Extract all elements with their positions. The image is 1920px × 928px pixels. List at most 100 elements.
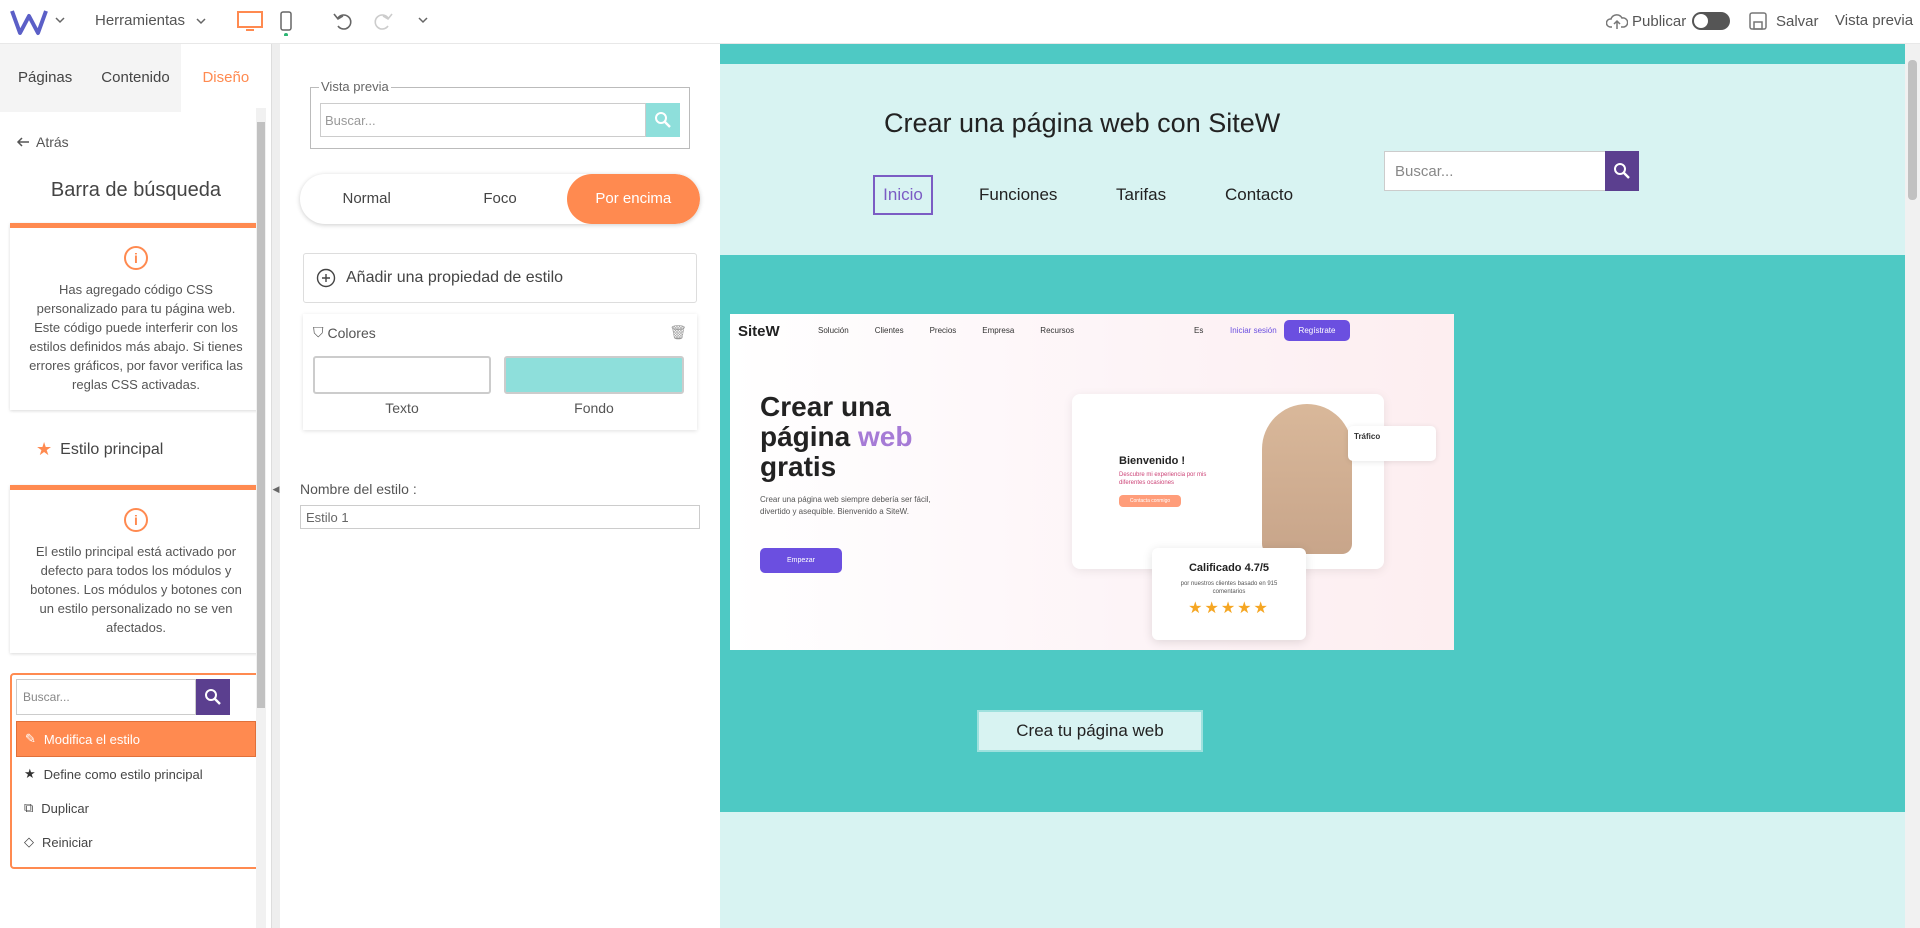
- colors-header: ⛉ Colores: [313, 324, 376, 341]
- mobile-view-icon[interactable]: [279, 10, 293, 36]
- shot-headline: Crear una página web gratis: [760, 392, 912, 482]
- nav-home[interactable]: Inicio: [873, 175, 933, 215]
- publish-control[interactable]: Publicar: [1606, 11, 1731, 31]
- preview-label: Vista previa: [1835, 12, 1914, 29]
- nav-pricing[interactable]: Tarifas: [1116, 185, 1166, 205]
- state-focus[interactable]: Foco: [433, 174, 566, 224]
- tools-menu[interactable]: Herramientas: [95, 12, 207, 29]
- top-strip: [720, 44, 1905, 64]
- sitew-logo[interactable]: [10, 8, 48, 36]
- style-search-preview: Buscar...: [16, 679, 230, 715]
- paint-bucket-icon: ⛉: [313, 324, 324, 340]
- tab-design[interactable]: Diseño: [180, 44, 271, 112]
- tab-pages[interactable]: Páginas: [0, 44, 90, 112]
- shot-welcome-sub: Descubre mi experiencia por mis diferent…: [1119, 472, 1207, 486]
- person-photo: [1262, 404, 1352, 554]
- duplicate-label: Duplicar: [41, 800, 89, 816]
- nav-features[interactable]: Funciones: [979, 185, 1057, 205]
- publish-label: Publicar: [1632, 12, 1687, 30]
- logo-chevron-icon[interactable]: [54, 14, 66, 26]
- main-style-notice-text: El estilo principal está activado por de…: [30, 544, 242, 635]
- info-icon: i: [124, 246, 148, 270]
- duplicate-icon: ⧉: [24, 800, 34, 815]
- back-label: Atrás: [36, 134, 69, 150]
- main-style-label: Estilo principal: [60, 440, 164, 458]
- shot-rating: Calificado 4.7/5: [1188, 562, 1270, 574]
- add-property-button[interactable]: Añadir una propiedad de estilo: [303, 253, 697, 303]
- trash-icon[interactable]: 🗑: [669, 324, 687, 341]
- pencil-icon: ✎: [25, 731, 36, 746]
- reset-menu-item[interactable]: ◇ Reiniciar: [12, 825, 260, 859]
- site-preview: Crear una página web con SiteW Inicio Fu…: [720, 44, 1920, 928]
- shot-login: Iniciar sesión: [1230, 326, 1277, 335]
- shot-start-button: Empezar: [760, 548, 842, 573]
- history-chevron-icon[interactable]: [417, 14, 429, 26]
- info-icon: i: [124, 508, 148, 532]
- tab-content[interactable]: Contenido: [90, 44, 180, 112]
- colors-section: ⛉ Colores 🗑 Texto Fondo: [303, 314, 697, 430]
- undo-icon[interactable]: [332, 10, 354, 32]
- cloud-upload-icon: [1606, 14, 1628, 29]
- site-title: Crear una página web con SiteW: [884, 108, 1281, 138]
- redo-icon[interactable]: [372, 10, 394, 32]
- edit-style-label: Modifica el estilo: [43, 731, 141, 747]
- edit-style-menu-item[interactable]: ✎ Modifica el estilo: [16, 721, 256, 757]
- text-color-swatch[interactable]: [313, 356, 491, 394]
- main-style-notice: i El estilo principal está activado por …: [10, 485, 262, 653]
- plus-circle-icon: [316, 268, 336, 288]
- shot-logo: SiteW: [738, 323, 780, 340]
- style-name-input[interactable]: Estilo 1: [300, 505, 700, 529]
- arrow-left-icon: [16, 137, 29, 147]
- style-card[interactable]: Buscar... ✎ Modifica el estilo ★ Define co…: [10, 673, 262, 869]
- state-normal[interactable]: Normal: [300, 174, 433, 224]
- publish-toggle[interactable]: [1692, 12, 1731, 30]
- shot-nav-item: Recursos: [1040, 326, 1075, 335]
- preview-scrollbar[interactable]: [1905, 44, 1920, 928]
- preview-button[interactable]: Vista previa: [1835, 12, 1913, 29]
- shot-lang: Es: [1194, 326, 1204, 335]
- colors-title: Colores: [327, 324, 376, 341]
- left-panel: Páginas Contenido Diseño Atrás Barra de …: [0, 44, 272, 928]
- preview-search-input: Buscar...: [320, 103, 646, 137]
- shot-nav-item: Precios: [929, 326, 957, 335]
- left-scroll-area: Atrás Barra de búsqueda i Has agregado c…: [0, 112, 272, 928]
- background-color-swatch[interactable]: [504, 356, 684, 394]
- cta-button[interactable]: Crea tu página web: [977, 710, 1203, 752]
- shot-nav-item: Solución: [818, 326, 849, 335]
- star-icon: ★: [24, 766, 36, 781]
- left-scrollbar[interactable]: [256, 108, 266, 928]
- shot-h1-line: Crear una: [760, 391, 891, 422]
- left-scrollbar-thumb[interactable]: [257, 122, 265, 708]
- tools-label: Herramientas: [95, 12, 186, 29]
- save-label: Salvar: [1776, 12, 1819, 30]
- shot-h1-word: página: [760, 421, 851, 452]
- top-bar: Herramientas Publicar Salvar Vista previ…: [0, 0, 1920, 44]
- back-link[interactable]: Atrás: [0, 112, 272, 150]
- duplicate-menu-item[interactable]: ⧉ Duplicar: [12, 791, 260, 825]
- hero-screenshot: SiteW Solución Clientes Precios Empresa …: [730, 314, 1454, 650]
- preview-fieldset: Vista previa Buscar...: [310, 79, 690, 149]
- shot-nav-item: Clientes: [874, 326, 904, 335]
- set-main-label: Define como estilo principal: [43, 766, 203, 782]
- preview-scrollbar-thumb[interactable]: [1908, 60, 1917, 200]
- save-button[interactable]: Salvar: [1748, 11, 1819, 31]
- site-search-button[interactable]: [1605, 151, 1639, 191]
- css-notice: i Has agregado código CSS personalizado …: [10, 223, 262, 410]
- shot-h1-line: gratis: [760, 451, 837, 482]
- star-icon: ★: [36, 439, 53, 459]
- shot-h1-web: web: [858, 421, 913, 452]
- set-main-style-menu-item[interactable]: ★ Define como estilo principal: [12, 757, 260, 791]
- state-hover[interactable]: Por encima: [566, 174, 700, 224]
- chevron-down-icon: [196, 17, 206, 24]
- css-notice-text: Has agregado código CSS personalizado pa…: [29, 282, 243, 392]
- save-icon: [1749, 12, 1767, 30]
- nav-contact[interactable]: Contacto: [1225, 185, 1293, 205]
- site-search-input[interactable]: Buscar...: [1384, 151, 1606, 191]
- site-header: Crear una página web con SiteW Inicio Fu…: [720, 64, 1905, 234]
- shot-card: Bienvenido ! Descubre mi experiencia por…: [1072, 394, 1384, 569]
- search-icon: [1614, 163, 1630, 179]
- desktop-view-icon[interactable]: [236, 10, 264, 32]
- collapse-handle[interactable]: ◀: [272, 44, 280, 928]
- section-title: Barra de búsqueda: [50, 179, 222, 201]
- shot-register: Regístrate: [1284, 320, 1350, 341]
